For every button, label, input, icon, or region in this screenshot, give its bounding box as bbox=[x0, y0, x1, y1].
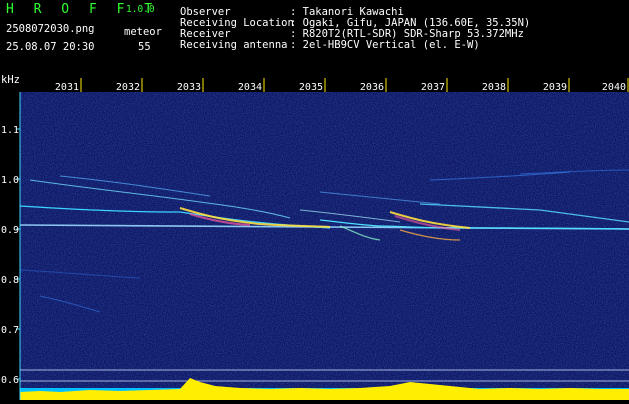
header-panel: H R O F F T 1.0.0 2508072030.png 25.08.0… bbox=[0, 0, 629, 86]
spectrogram-plot: 1.1 1.0 0.9 0.8 0.7 0.6 2031 2032 2033 2… bbox=[0, 74, 629, 400]
x-tick-label: 2031 bbox=[55, 82, 79, 93]
info-value-antenna: : 2el-HB9CV Vertical (el. E-W) bbox=[290, 39, 480, 51]
x-tick-label: 2036 bbox=[360, 82, 384, 93]
x-tick-label: 2032 bbox=[116, 82, 140, 93]
x-tick-label: 2035 bbox=[299, 82, 323, 93]
app-version: 1.0.0 bbox=[126, 4, 155, 15]
spectrogram-noise bbox=[20, 92, 629, 400]
y-tick-label: 0.6 bbox=[1, 375, 19, 386]
y-tick-label: 1.0 bbox=[1, 175, 19, 186]
file-datetime: 25.08.07 20:30 bbox=[6, 41, 95, 53]
meteor-count: 55 bbox=[138, 41, 151, 53]
y-tick-label: 0.7 bbox=[1, 325, 19, 336]
y-axis-ticks bbox=[16, 128, 20, 380]
y-tick-label: 0.8 bbox=[1, 275, 19, 286]
info-key-antenna: Receiving antenna bbox=[180, 39, 288, 51]
x-tick-label: 2037 bbox=[421, 82, 445, 93]
x-tick-label: 2039 bbox=[543, 82, 567, 93]
x-tick-label: 2038 bbox=[482, 82, 506, 93]
y-tick-label: 0.9 bbox=[1, 225, 19, 236]
spectrogram-svg: 1.1 1.0 0.9 0.8 0.7 0.6 2031 2032 2033 2… bbox=[1, 78, 629, 400]
meteor-label: meteor bbox=[124, 26, 162, 38]
y-tick-label: 1.1 bbox=[1, 125, 19, 136]
x-tick-label: 2033 bbox=[177, 82, 201, 93]
x-tick-label: 2034 bbox=[238, 82, 262, 93]
file-name: 2508072030.png bbox=[6, 23, 95, 35]
x-tick-label: 2040 bbox=[602, 82, 626, 93]
